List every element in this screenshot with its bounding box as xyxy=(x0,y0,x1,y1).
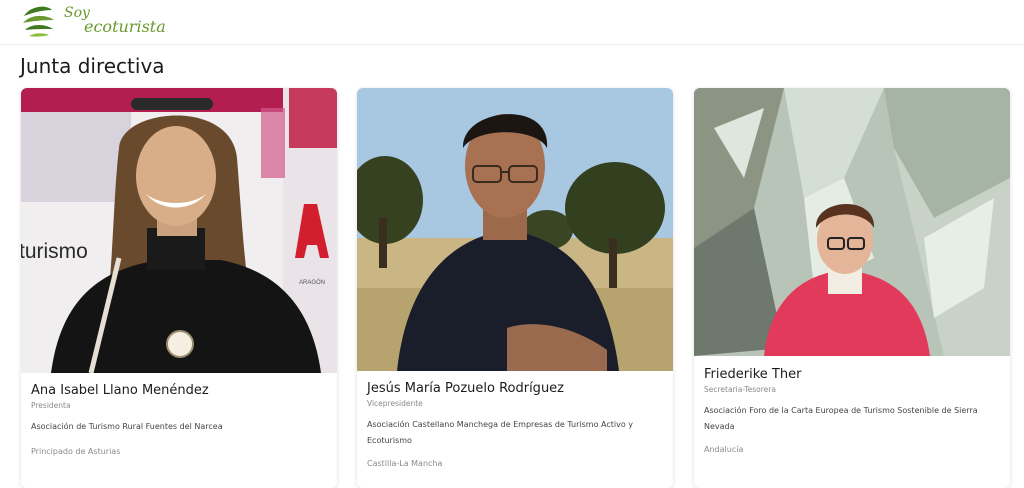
member-organization: Asociación Foro de la Carta Europea de T… xyxy=(704,406,978,431)
site-logo[interactable]: Soy ecoturista xyxy=(20,2,180,42)
logo-line2: ecoturista xyxy=(84,17,166,36)
member-role: Vicepresidente xyxy=(367,399,423,408)
member-organization: Asociación Castellano Manchega de Empres… xyxy=(367,420,634,445)
page-title: Junta directiva xyxy=(20,54,165,78)
logo-wordmark: Soy ecoturista xyxy=(64,6,166,35)
member-photo xyxy=(357,88,673,371)
photo-text-turismo: turismo xyxy=(21,240,88,263)
photo-text-aragon: ARAGÓN xyxy=(299,279,325,286)
member-region: Andalucía xyxy=(704,445,744,454)
member-card[interactable]: turismo ARAGÓN Ana Isabel Llano Menéndez… xyxy=(21,88,337,488)
member-region: Principado de Asturias xyxy=(31,447,121,456)
site-header: Soy ecoturista xyxy=(0,0,1024,45)
member-photo xyxy=(694,88,1010,356)
member-name: Friederike Ther xyxy=(704,367,802,382)
member-card[interactable]: Jesús María Pozuelo Rodríguez Vicepresid… xyxy=(357,88,673,488)
member-card[interactable]: Friederike Ther Secretaria-Tesorera Asoc… xyxy=(694,88,1010,488)
member-role: Secretaria-Tesorera xyxy=(704,385,776,394)
member-name: Ana Isabel Llano Menéndez xyxy=(31,383,209,398)
member-organization: Asociación de Turismo Rural Fuentes del … xyxy=(31,422,223,431)
member-name: Jesús María Pozuelo Rodríguez xyxy=(367,381,564,396)
member-region: Castilla-La Mancha xyxy=(367,459,443,468)
leaf-logo-icon xyxy=(22,6,54,38)
member-photo: turismo ARAGÓN xyxy=(21,88,337,373)
member-role: Presidenta xyxy=(31,401,71,410)
